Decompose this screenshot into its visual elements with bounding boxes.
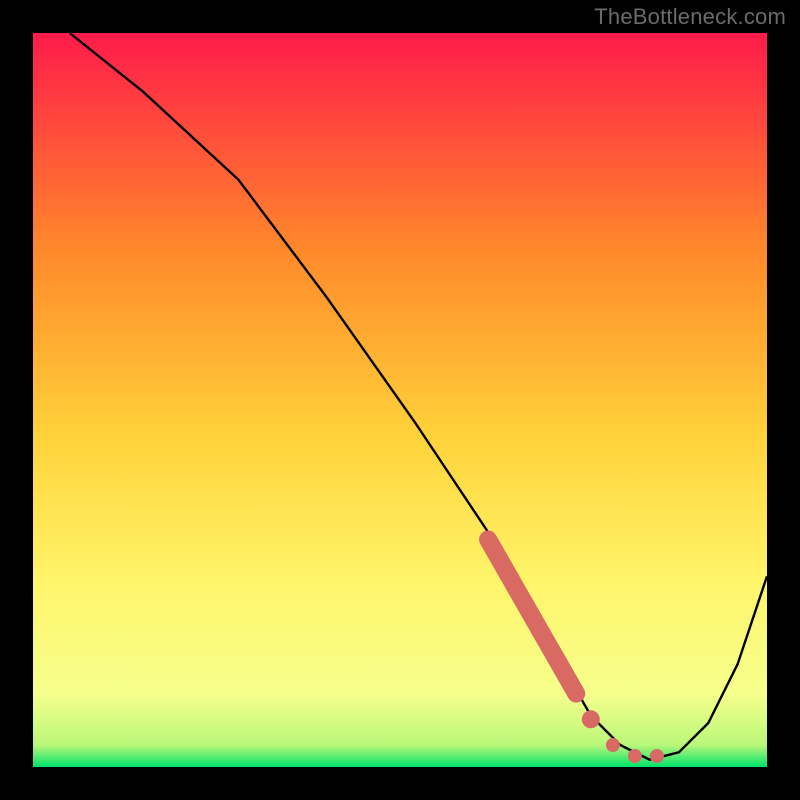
marker-dot bbox=[628, 749, 642, 763]
marker-dot bbox=[606, 738, 620, 752]
marker-dot bbox=[582, 710, 600, 728]
plot-svg bbox=[33, 33, 767, 767]
plot-area bbox=[33, 33, 767, 767]
watermark-text: TheBottleneck.com bbox=[594, 4, 786, 30]
chart-frame: TheBottleneck.com bbox=[0, 0, 800, 800]
marker-dot bbox=[650, 749, 664, 763]
